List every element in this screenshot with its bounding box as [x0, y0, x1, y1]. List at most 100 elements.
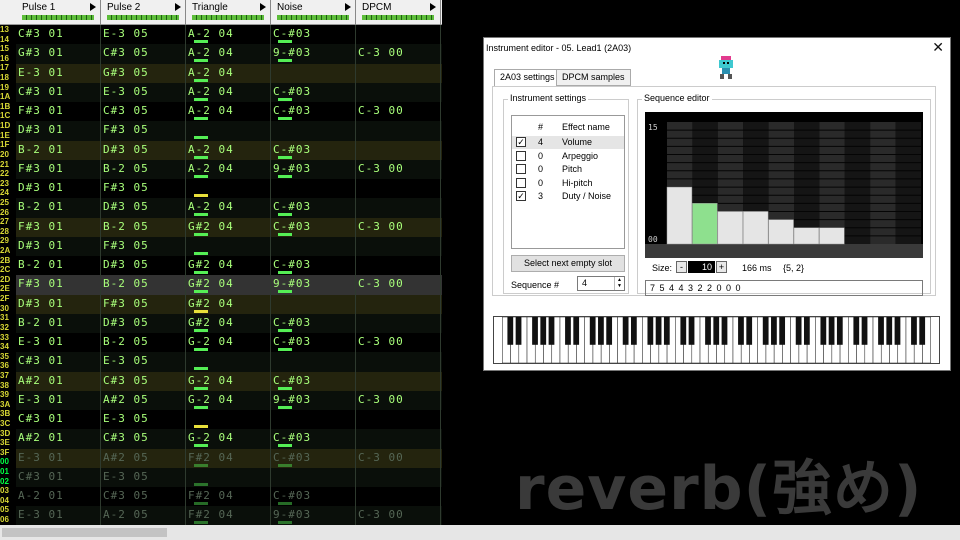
channel-header-2[interactable]: Triangle	[186, 0, 271, 25]
play-arrow-icon[interactable]	[345, 3, 351, 11]
pattern-cell[interactable]: D#3 05	[103, 200, 149, 213]
horizontal-scrollbar[interactable]	[0, 525, 960, 540]
pattern-cell[interactable]: B-2 01	[18, 258, 64, 271]
pattern-cell[interactable]: B-2 05	[103, 162, 149, 175]
pattern-cell[interactable]: 9-#03	[273, 508, 311, 521]
pattern-cell[interactable]: C#3 01	[18, 27, 64, 40]
pattern-cell[interactable]: B-2 01	[18, 316, 64, 329]
pattern-cell[interactable]: G-2 04	[188, 335, 234, 348]
mml-sequence-input[interactable]: 7 5 4 4 3 2 2 0 0 0	[645, 280, 923, 296]
sequence-item[interactable]: ✓ 3 Duty / Noise	[512, 190, 624, 203]
piano-keyboard[interactable]	[493, 316, 940, 364]
pattern-cell[interactable]: C#3 05	[103, 489, 149, 502]
pattern-cell[interactable]: B-2 05	[103, 335, 149, 348]
pattern-cell[interactable]: E-3 01	[18, 66, 64, 79]
pattern-cell[interactable]: E-3 05	[103, 412, 149, 425]
pattern-cell[interactable]: E-3 01	[18, 335, 64, 348]
sequence-checkbox[interactable]: ✓	[516, 191, 526, 202]
pattern-cell[interactable]: E-3 01	[18, 508, 64, 521]
pattern-cell[interactable]: C-#03	[273, 451, 311, 464]
pattern-cell[interactable]: C#3 05	[103, 46, 149, 59]
sequence-item[interactable]: 0 Hi-pitch	[512, 177, 624, 190]
pattern-cell[interactable]: F#3 01	[18, 277, 64, 290]
sequence-list[interactable]: # Effect name ✓ 4 Volume 0 Arpeggio 0 Pitch 0 Hi…	[511, 115, 625, 249]
pattern-cell[interactable]: G#3 01	[18, 46, 64, 59]
pattern-cell[interactable]: C-3 00	[358, 220, 404, 233]
pattern-row[interactable]: C#3 01 E-3 05	[16, 352, 442, 372]
pattern-row[interactable]: D#3 01 F#3 05	[16, 179, 442, 198]
pattern-cell[interactable]: 9-#03	[273, 162, 311, 175]
pattern-cell[interactable]: E-3 05	[103, 27, 149, 40]
play-arrow-icon[interactable]	[260, 3, 266, 11]
pattern-cell[interactable]: F#2 04	[188, 508, 234, 521]
pattern-cell[interactable]: F#3 01	[18, 162, 64, 175]
pattern-row[interactable]: A#2 01 C#3 05 G-2 04 C-#03	[16, 371, 442, 391]
sequence-checkbox[interactable]	[516, 150, 526, 161]
pattern-row[interactable]: E-3 01 A#2 05 F#2 04 C-#03 C-3 00	[16, 448, 442, 468]
play-arrow-icon[interactable]	[175, 3, 181, 11]
pattern-cell[interactable]: C-#03	[273, 200, 311, 213]
pattern-cell[interactable]: C-#03	[273, 335, 311, 348]
pattern-row[interactable]: A-2 01 C#3 05 F#2 04 C-#03	[16, 487, 442, 506]
pattern-cell[interactable]: D#3 01	[18, 239, 64, 252]
close-icon[interactable]: ✕	[932, 39, 944, 56]
pattern-cell[interactable]: A-2 04	[188, 27, 234, 40]
pattern-row[interactable]: E-3 01 A#2 05 G-2 04 9-#03 C-3 00	[16, 390, 442, 410]
pattern-cell[interactable]: C-3 00	[358, 451, 404, 464]
sequence-checkbox[interactable]	[516, 177, 526, 188]
pattern-cell[interactable]: G-2 04	[188, 374, 234, 387]
pattern-cell[interactable]: 9-#03	[273, 393, 311, 406]
pattern-cell[interactable]: D#3 01	[18, 123, 64, 136]
pattern-cell[interactable]: A-2 04	[188, 200, 234, 213]
play-arrow-icon[interactable]	[430, 3, 436, 11]
pattern-cell[interactable]: C#3 05	[103, 104, 149, 117]
pattern-row[interactable]: C#3 01 E-3 05 A-2 04 C-#03	[16, 82, 442, 102]
pattern-cell[interactable]: F#3 05	[103, 297, 149, 310]
pattern-cell[interactable]: A#2 01	[18, 374, 64, 387]
size-minus-button[interactable]: -	[676, 261, 687, 273]
pattern-cell[interactable]: B-2 05	[103, 277, 149, 290]
pattern-cell[interactable]: F#2 04	[188, 489, 234, 502]
sequence-checkbox[interactable]	[516, 164, 526, 175]
pattern-cell[interactable]: E-3 05	[103, 470, 149, 483]
sequence-item[interactable]: 0 Arpeggio	[512, 150, 624, 163]
pattern-cell[interactable]: G-2 04	[188, 431, 234, 444]
pattern-row[interactable]: G#3 01 C#3 05 A-2 04 9-#03 C-3 00	[16, 44, 442, 64]
tab-dpcm-samples[interactable]: DPCM samples	[556, 69, 631, 86]
pattern-cell[interactable]: A-2 04	[188, 66, 234, 79]
pattern-cell[interactable]: F#2 04	[188, 451, 234, 464]
pattern-cell[interactable]: C-#03	[273, 258, 311, 271]
pattern-cell[interactable]: C-#03	[273, 27, 311, 40]
pattern-cell[interactable]: A-2 01	[18, 489, 64, 502]
pattern-row[interactable]: C#3 01 E-3 05 A-2 04 C-#03	[16, 25, 442, 44]
pattern-cell[interactable]: D#3 05	[103, 143, 149, 156]
pattern-cell[interactable]: E-3 05	[103, 354, 149, 367]
pattern-cell[interactable]: A#2 01	[18, 431, 64, 444]
pattern-row[interactable]: D#3 01 F#3 05	[16, 121, 442, 141]
pattern-row[interactable]: E-3 01 B-2 05 G-2 04 C-#03 C-3 00	[16, 333, 442, 352]
pattern-cell[interactable]: A-2 04	[188, 104, 234, 117]
pattern-row[interactable]: B-2 01 D#3 05 A-2 04 C-#03	[16, 198, 442, 218]
pattern-row[interactable]: D#3 01 F#3 05 G#2 04	[16, 294, 442, 314]
pattern-cell[interactable]: A-2 05	[103, 508, 149, 521]
pattern-cell[interactable]: B-2 01	[18, 200, 64, 213]
play-arrow-icon[interactable]	[90, 3, 96, 11]
sequence-item[interactable]: 0 Pitch	[512, 163, 624, 176]
spinner-arrows-icon[interactable]: ▲ ▼	[614, 277, 624, 290]
sequence-checkbox[interactable]: ✓	[516, 137, 526, 147]
pattern-cell[interactable]: C-#03	[273, 316, 311, 329]
channel-header-0[interactable]: Pulse 1	[16, 0, 101, 25]
pattern-cell[interactable]: C-3 00	[358, 335, 404, 348]
pattern-cell[interactable]: C-3 00	[358, 46, 404, 59]
pattern-cell[interactable]: C-3 00	[358, 104, 404, 117]
pattern-row[interactable]: B-2 01 D#3 05 G#2 04 C-#03	[16, 256, 442, 275]
pattern-row[interactable]: E-3 01 G#3 05 A-2 04	[16, 63, 442, 83]
pattern-row[interactable]: A#2 01 C#3 05 G-2 04 C-#03	[16, 429, 442, 449]
pattern-row[interactable]: F#3 01 B-2 05 G#2 04 9-#03 C-3 00	[16, 275, 442, 295]
channel-header-4[interactable]: DPCM	[356, 0, 441, 25]
pattern-cell[interactable]: B-2 05	[103, 220, 149, 233]
pattern-cell[interactable]: C-#03	[273, 374, 311, 387]
pattern-cell[interactable]: G-2 04	[188, 393, 234, 406]
pattern-cell[interactable]: D#3 05	[103, 316, 149, 329]
pattern-cell[interactable]: 9-#03	[273, 46, 311, 59]
